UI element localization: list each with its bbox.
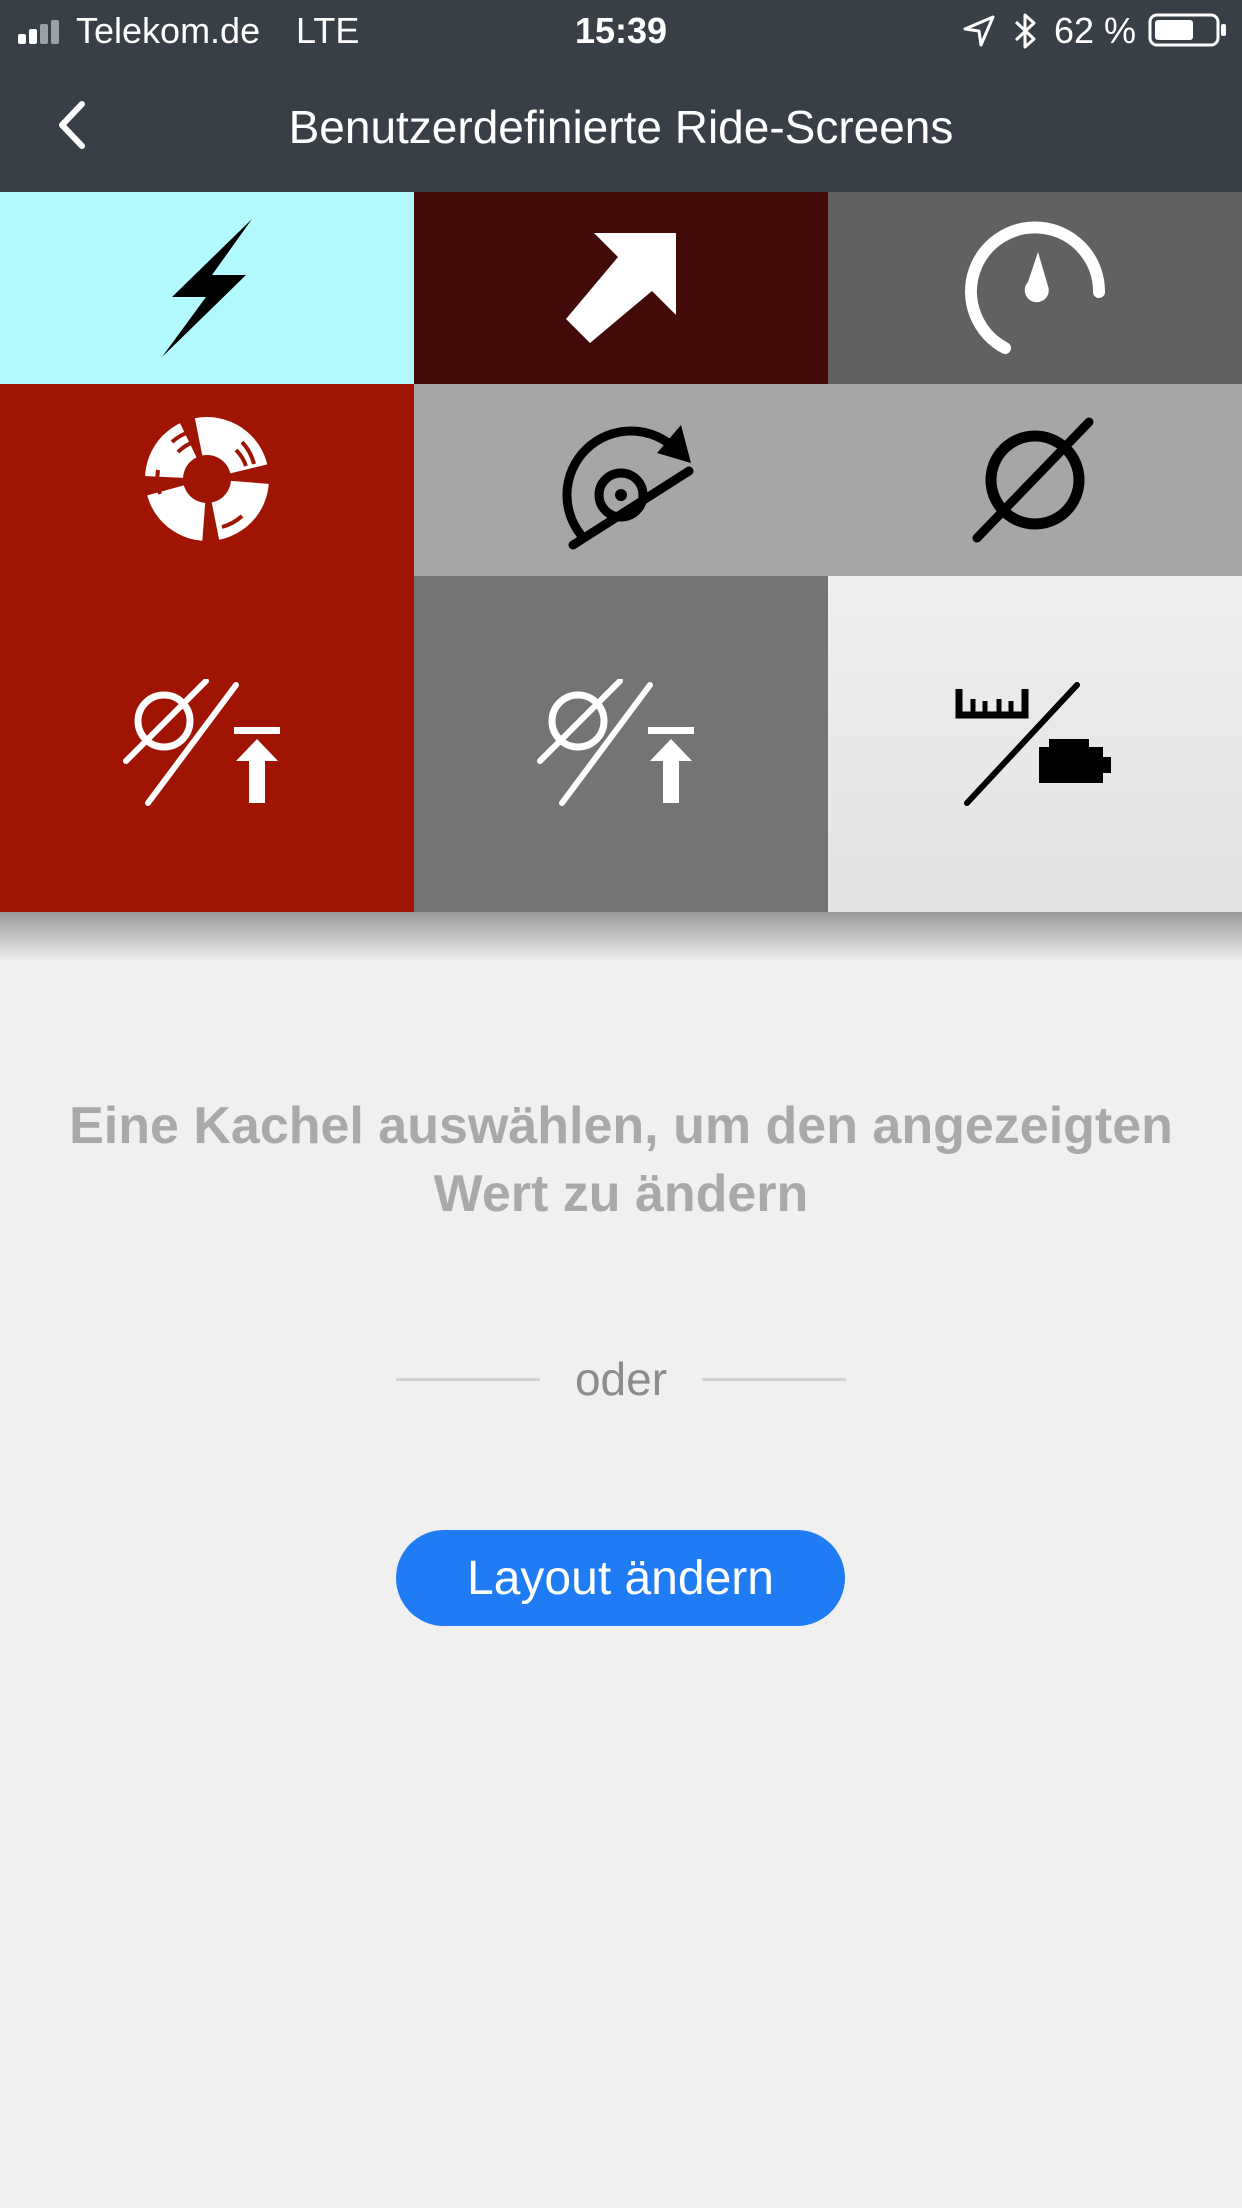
tile-power[interactable]: [0, 192, 414, 384]
battery-icon: [1148, 13, 1226, 47]
tile-average[interactable]: [828, 384, 1242, 576]
navigation-bar: Benutzerdefinierte Ride-Screens: [0, 60, 1242, 192]
speedometer-icon: [965, 221, 1106, 354]
tile-range[interactable]: [828, 576, 1242, 912]
grid-shadow: [0, 912, 1242, 962]
page-title: Benutzerdefinierte Ride-Screens: [288, 101, 954, 153]
distance-range-battery-icon: [955, 682, 1111, 806]
tile-cadence-average[interactable]: [414, 384, 828, 576]
bluetooth-icon: [1014, 13, 1036, 49]
average-icon: [972, 417, 1094, 543]
lifebuoy-icon: [144, 414, 270, 545]
tile-average-max[interactable]: [0, 576, 414, 912]
location-arrow-icon: [963, 15, 995, 47]
arrow-up-right-icon: [566, 233, 676, 343]
average-max-icon: [537, 679, 694, 806]
battery-percent: 62 %: [1054, 10, 1137, 51]
average-max-icon: [123, 679, 280, 806]
tile-average-max-2[interactable]: [414, 576, 828, 912]
average-speed-arrow-icon: [562, 425, 694, 550]
instruction-text: Eine Kachel auswählen, um den angezeigte…: [69, 1097, 1173, 1223]
divider-line-right: [702, 1378, 846, 1381]
change-layout-button[interactable]: Layout ändern: [396, 1530, 845, 1626]
status-bar: Telekom.de LTE 15:39 62 %: [0, 0, 1242, 60]
lightning-icon: [162, 219, 252, 357]
divider-label: oder: [574, 1353, 668, 1405]
tile-speed[interactable]: [828, 192, 1242, 384]
tile-direction[interactable]: [414, 192, 828, 384]
